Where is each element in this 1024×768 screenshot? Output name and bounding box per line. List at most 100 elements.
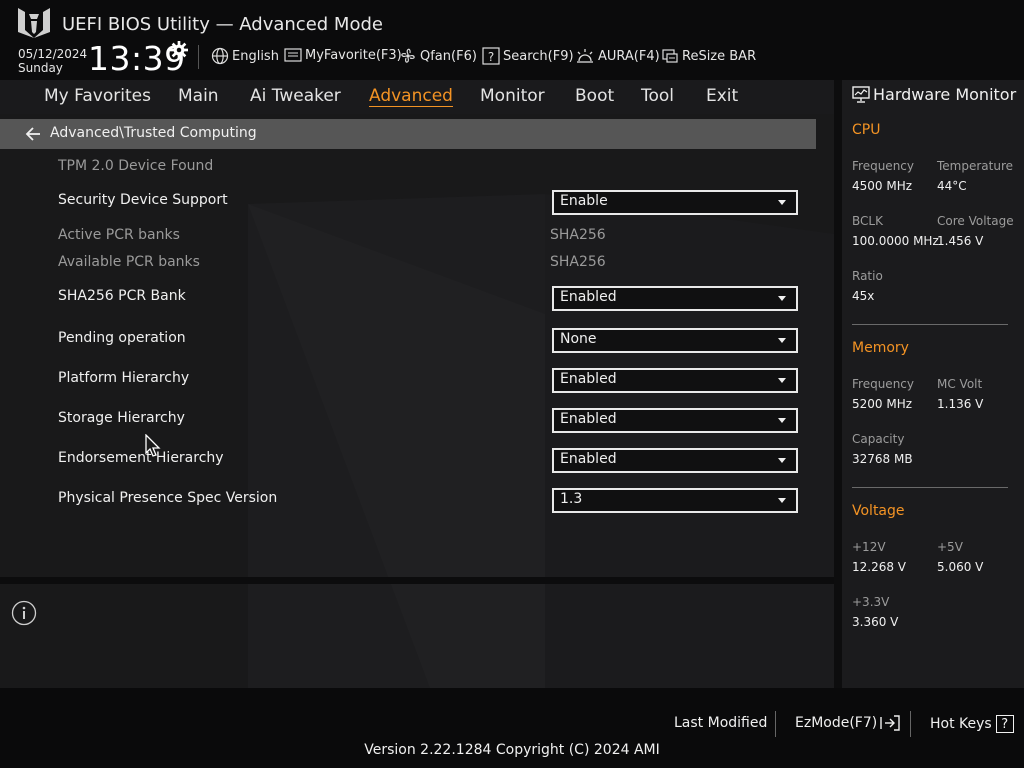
version-text: Version 2.22.1284 Copyright (C) 2024 AMI — [364, 742, 660, 758]
voltage-heading: Voltage — [852, 503, 905, 519]
tab-exit[interactable]: Exit — [706, 86, 738, 106]
resize-bar-button[interactable]: ReSize BAR — [661, 47, 756, 65]
chevron-down-icon — [778, 338, 786, 343]
active-pcr-banks-value: SHA256 — [550, 227, 606, 243]
security-device-support-select[interactable]: Enable — [552, 190, 798, 215]
svg-text:?: ? — [488, 50, 494, 64]
v12-label: +12V — [852, 540, 886, 554]
capacity-label: Capacity — [852, 432, 905, 446]
sha256-pcr-bank-label[interactable]: SHA256 PCR Bank — [58, 288, 186, 304]
hot-keys-button[interactable]: Hot Keys ? — [930, 715, 1014, 733]
available-pcr-banks-value: SHA256 — [550, 254, 606, 270]
available-pcr-banks-label: Available PCR banks — [58, 254, 200, 270]
ezmode-button[interactable]: EzMode(F7) — [795, 715, 901, 731]
myfavorite-label: MyFavorite(F3) — [305, 47, 402, 63]
qfan-button[interactable]: Qfan(F6) — [399, 47, 477, 65]
aura-button[interactable]: AURA(F4) — [575, 47, 660, 65]
tab-monitor[interactable]: Monitor — [480, 86, 545, 106]
date: 05/12/2024 — [18, 47, 88, 61]
info-icon — [11, 600, 37, 626]
security-device-support-label[interactable]: Security Device Support — [58, 192, 228, 208]
language-button[interactable]: English — [211, 47, 279, 65]
cpu-heading: CPU — [852, 122, 881, 138]
platform-hierarchy-value: Enabled — [560, 371, 617, 387]
tab-ai-tweaker[interactable]: Ai Tweaker — [250, 86, 341, 106]
app-title: UEFI BIOS Utility — Advanced Mode — [62, 14, 383, 35]
sha256-pcr-bank-value: Enabled — [560, 289, 617, 305]
cpu-temperature-value: 44°C — [937, 179, 967, 193]
footer-divider — [775, 711, 776, 737]
cpu-divider — [852, 324, 1008, 325]
physical-presence-spec-select[interactable]: 1.3 — [552, 488, 798, 513]
aura-icon — [577, 49, 593, 63]
cpu-frequency-value: 4500 MHz — [852, 179, 913, 193]
last-modified-button[interactable]: Last Modified — [674, 715, 767, 731]
chevron-down-icon — [778, 296, 786, 301]
globe-icon — [211, 47, 229, 65]
cpu-frequency-label: Frequency — [852, 159, 914, 173]
memory-frequency-label: Frequency — [852, 377, 914, 391]
v5-label: +5V — [937, 540, 963, 554]
help-divider — [0, 577, 834, 584]
chevron-down-icon — [778, 498, 786, 503]
mouse-cursor-icon — [145, 434, 161, 457]
ezmode-label: EzMode(F7) — [795, 715, 878, 731]
v5-value: 5.060 V — [937, 560, 984, 574]
ratio-value: 45x — [852, 289, 875, 303]
endorsement-hierarchy-select[interactable]: Enabled — [552, 448, 798, 473]
hardware-monitor-title: Hardware Monitor — [873, 85, 1017, 104]
core-voltage-label: Core Voltage — [937, 214, 1014, 228]
resize-bar-label: ReSize BAR — [682, 48, 757, 64]
tab-boot[interactable]: Boot — [575, 86, 614, 106]
pending-operation-select[interactable]: None — [552, 328, 798, 353]
memory-divider — [852, 487, 1008, 488]
day: Sunday — [18, 61, 63, 75]
memory-heading: Memory — [852, 340, 909, 356]
sha256-pcr-bank-select[interactable]: Enabled — [552, 286, 798, 311]
endorsement-hierarchy-label[interactable]: Endorsement Hierarchy — [58, 450, 224, 466]
aura-label: AURA(F4) — [598, 48, 660, 64]
physical-presence-spec-label[interactable]: Physical Presence Spec Version — [58, 490, 277, 506]
favorite-icon — [284, 48, 302, 62]
search-button[interactable]: ? Search(F9) — [482, 47, 574, 65]
bclk-label: BCLK — [852, 214, 883, 228]
v12-value: 12.268 V — [852, 560, 907, 574]
gear-icon[interactable] — [170, 41, 188, 59]
tab-advanced[interactable]: Advanced — [369, 86, 453, 106]
storage-hierarchy-label[interactable]: Storage Hierarchy — [58, 410, 185, 426]
chevron-down-icon — [778, 458, 786, 463]
tab-main[interactable]: Main — [178, 86, 219, 106]
platform-hierarchy-select[interactable]: Enabled — [552, 368, 798, 393]
tab-tool[interactable]: Tool — [641, 86, 674, 106]
pending-operation-label[interactable]: Pending operation — [58, 330, 186, 346]
resize-bar-icon — [662, 49, 678, 63]
chevron-down-icon — [778, 418, 786, 423]
v33-label: +3.3V — [852, 595, 890, 609]
physical-presence-spec-value: 1.3 — [560, 491, 583, 507]
tab-my-favorites[interactable]: My Favorites — [44, 86, 151, 106]
pending-operation-value: None — [560, 331, 597, 347]
chevron-down-icon — [778, 378, 786, 383]
mc-volt-label: MC Volt — [937, 377, 983, 391]
security-device-support-value: Enable — [560, 193, 608, 209]
tpm-status-text: TPM 2.0 Device Found — [58, 158, 214, 174]
capacity-value: 32768 MB — [852, 452, 913, 466]
language-label: English — [232, 48, 279, 64]
footer-divider — [910, 711, 911, 737]
mc-volt-value: 1.136 V — [937, 397, 984, 411]
search-icon: ? — [482, 47, 500, 65]
memory-frequency-value: 5200 MHz — [852, 397, 913, 411]
storage-hierarchy-value: Enabled — [560, 411, 617, 427]
storage-hierarchy-select[interactable]: Enabled — [552, 408, 798, 433]
back-arrow-icon[interactable] — [24, 126, 42, 142]
myfavorite-button[interactable]: MyFavorite(F3) — [284, 47, 402, 63]
ratio-label: Ratio — [852, 269, 883, 283]
help-icon: ? — [995, 715, 1014, 733]
hot-keys-label: Hot Keys — [930, 716, 992, 732]
tuf-logo — [18, 8, 50, 38]
chevron-down-icon — [778, 200, 786, 205]
search-label: Search(F9) — [503, 48, 574, 64]
core-voltage-value: 1.456 V — [937, 234, 984, 248]
platform-hierarchy-label[interactable]: Platform Hierarchy — [58, 370, 189, 386]
monitor-icon — [852, 86, 870, 103]
